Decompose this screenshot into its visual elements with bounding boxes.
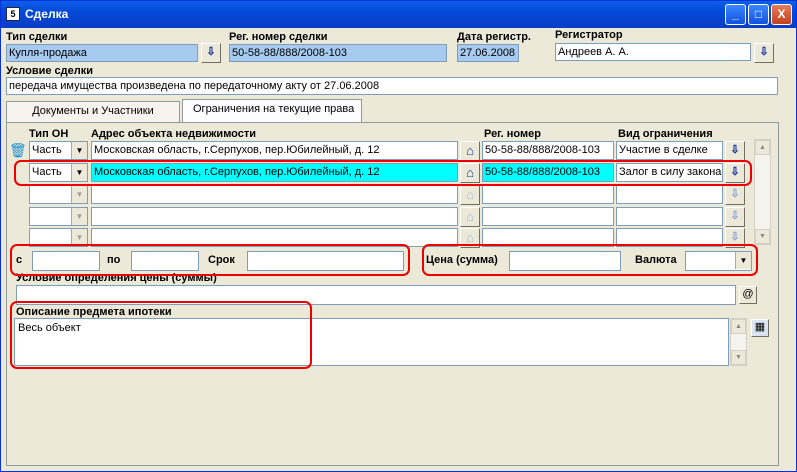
term-label: Срок [208, 254, 235, 266]
scroll-up-icon[interactable]: ▲ [731, 319, 746, 334]
app-icon: 5 [6, 7, 20, 21]
price-condition-label: Условие определения цены (суммы) [16, 272, 217, 284]
row-regnum-field[interactable] [482, 228, 614, 247]
from-label: с [16, 254, 23, 266]
col-header-address: Адрес объекта недвижимости [91, 128, 257, 140]
price-field[interactable] [509, 251, 621, 271]
registrar-field[interactable]: Андреев А. А. [555, 43, 751, 61]
price-condition-field[interactable] [16, 285, 736, 305]
mortgage-scrollbar[interactable]: ▲ ▼ [730, 318, 747, 366]
row-address-field[interactable] [91, 185, 458, 204]
col-header-type: Тип ОН [29, 128, 69, 140]
registrar-label: Регистратор [555, 29, 623, 41]
reg-date-field[interactable]: 27.06.2008 [457, 44, 519, 62]
minimize-button[interactable]: _ [725, 4, 746, 25]
close-button[interactable]: X [771, 4, 792, 25]
row-restriction-dropdown-button[interactable]: ⇩ [725, 185, 745, 205]
row-restriction-field[interactable] [616, 207, 723, 226]
chevron-down-icon[interactable]: ▼ [71, 186, 87, 203]
row-regnum-field[interactable] [482, 207, 614, 226]
registrar-dropdown-button[interactable]: ⇩ [754, 43, 774, 63]
row-type-value: Часть [32, 166, 62, 178]
reg-number-label: Рег. номер сделки [229, 31, 328, 43]
chevron-down-icon[interactable]: ▼ [71, 164, 87, 181]
condition-label: Условие сделки [6, 65, 94, 77]
row-restriction-field[interactable] [616, 185, 723, 204]
grid-scrollbar[interactable]: ▲ ▼ [754, 139, 771, 245]
row-type-combo[interactable]: ▼ [29, 207, 88, 226]
house-icon[interactable]: ⌂ [460, 163, 480, 183]
row-restriction-dropdown-button[interactable]: ⇩ [725, 228, 745, 248]
to-date-field[interactable] [131, 251, 199, 271]
row-restriction-dropdown-button[interactable]: ⇩ [725, 141, 745, 161]
mortgage-label: Описание предмета ипотеки [16, 306, 172, 318]
row-address-field[interactable] [91, 207, 458, 226]
deal-type-dropdown-button[interactable]: ⇩ [201, 43, 221, 63]
row-type-value: Часть [32, 144, 62, 156]
notes-icon[interactable]: ▦ [751, 319, 769, 337]
row-address-field[interactable] [91, 228, 458, 247]
deal-type-label: Тип сделки [6, 31, 68, 43]
scroll-down-icon[interactable]: ▼ [731, 350, 746, 365]
term-field[interactable] [247, 251, 404, 271]
to-label: по [107, 254, 121, 266]
row-restriction-field[interactable]: Залог в силу закона [616, 163, 723, 182]
row-regnum-field[interactable]: 50-58-88/888/2008-103 [482, 141, 614, 160]
from-date-field[interactable] [32, 251, 100, 271]
row-type-combo[interactable]: Часть ▼ [29, 163, 88, 182]
chevron-down-icon[interactable]: ▼ [71, 208, 87, 225]
house-icon[interactable]: ⌂ [460, 228, 480, 248]
chevron-down-icon[interactable]: ▼ [71, 229, 87, 246]
window-title: Сделка [25, 7, 69, 21]
row-type-combo[interactable]: Часть ▼ [29, 141, 88, 160]
col-header-regnum: Рег. номер [484, 128, 541, 140]
row-restriction-dropdown-button[interactable]: ⇩ [725, 163, 745, 183]
row-regnum-field[interactable] [482, 185, 614, 204]
title-bar[interactable]: 5 Сделка _ □ X [1, 1, 796, 28]
house-icon[interactable]: ⌂ [460, 207, 480, 227]
chevron-down-icon[interactable]: ▼ [71, 142, 87, 159]
at-button[interactable]: @ [739, 286, 757, 304]
row-address-field[interactable]: Московская область, г.Серпухов, пер.Юбил… [91, 141, 458, 160]
house-icon[interactable]: ⌂ [460, 141, 480, 161]
mortgage-textarea[interactable]: Весь объект [14, 318, 729, 366]
row-type-combo[interactable]: ▼ [29, 228, 88, 247]
trash-icon[interactable]: 🗑 [9, 142, 27, 159]
row-restriction-field[interactable] [616, 228, 723, 247]
reg-number-field[interactable]: 50-58-88/888/2008-103 [229, 44, 447, 62]
house-icon[interactable]: ⌂ [460, 185, 480, 205]
price-label: Цена (сумма) [426, 254, 498, 266]
scroll-up-icon[interactable]: ▲ [755, 140, 770, 155]
scroll-down-icon[interactable]: ▼ [755, 229, 770, 244]
col-header-restriction: Вид ограничения [618, 128, 713, 140]
row-address-field[interactable]: Московская область, г.Серпухов, пер.Юбил… [91, 163, 458, 182]
condition-field[interactable]: передача имущества произведена по переда… [6, 77, 778, 95]
deal-window: 5 Сделка _ □ X Тип сделки Купля-продажа … [0, 0, 797, 472]
chevron-down-icon[interactable]: ▼ [735, 252, 751, 269]
row-type-combo[interactable]: ▼ [29, 185, 88, 204]
maximize-button[interactable]: □ [748, 4, 769, 25]
row-restriction-dropdown-button[interactable]: ⇩ [725, 207, 745, 227]
reg-date-label: Дата регистр. [457, 31, 531, 43]
tab-restrictions[interactable]: Ограничения на текущие права [182, 99, 362, 123]
currency-label: Валюта [635, 254, 677, 266]
tab-documents-participants[interactable]: Документы и Участники [6, 101, 180, 123]
row-restriction-field[interactable]: Участие в сделке [616, 141, 723, 160]
currency-select[interactable]: ▼ [685, 251, 752, 271]
row-regnum-field[interactable]: 50-58-88/888/2008-103 [482, 163, 614, 182]
deal-type-field[interactable]: Купля-продажа [6, 44, 198, 62]
